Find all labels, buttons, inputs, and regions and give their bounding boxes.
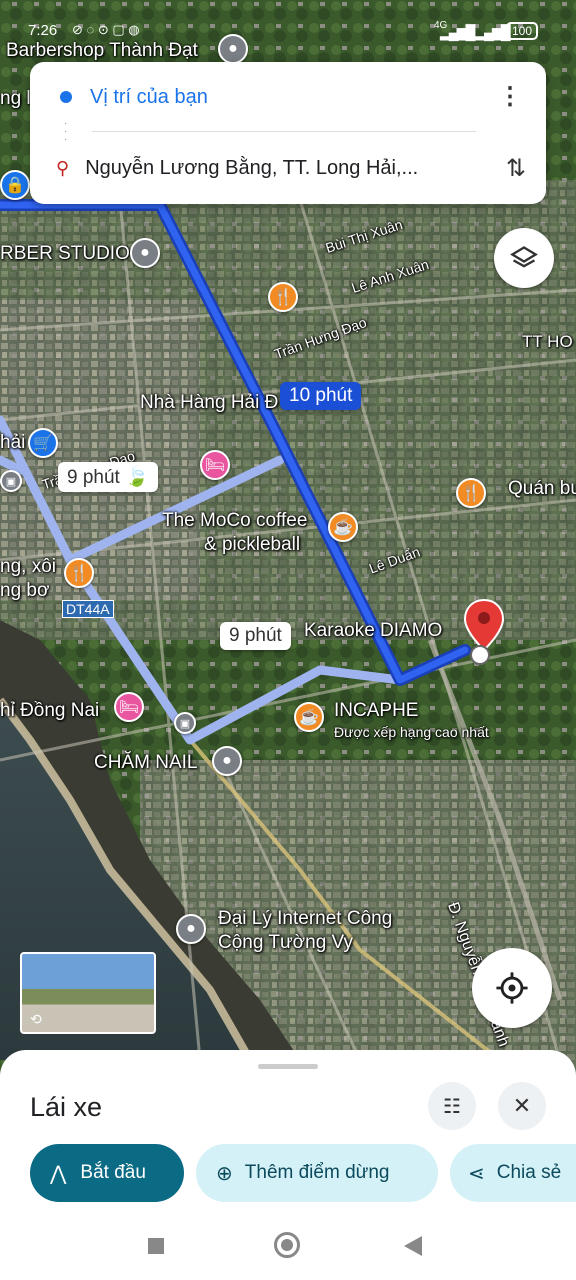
cafe-icon[interactable]: ☕ [328, 512, 358, 542]
origin-row[interactable]: Vị trí của bạn ⋮ [30, 72, 546, 122]
place-label[interactable]: RBER STUDIO [0, 243, 130, 265]
share-icon: ⋖ [468, 1162, 485, 1185]
destination-pin-outline-icon: ⚲ [56, 157, 70, 178]
swap-icon[interactable]: ⇅ [506, 154, 526, 183]
add-stop-button[interactable]: ⊕ Thêm điểm dừng [196, 1144, 438, 1202]
route-time-alt[interactable]: 9 phút 🍃 [58, 462, 158, 492]
place-label[interactable]: Cộng Tường Vy [218, 932, 353, 954]
street-view-360-icon: ⟲ [30, 1011, 42, 1027]
destination-field[interactable]: Nguyễn Lương Bằng, TT. Long Hải,... [85, 157, 418, 180]
lock-icon[interactable]: 🔒 [0, 170, 30, 200]
place-label[interactable]: Quán bu [508, 478, 576, 500]
signal-icon: ▂▄▆█ ▂▄▆█ [440, 24, 511, 40]
place-label[interactable]: CHĂM NAIL [94, 752, 197, 774]
place-label[interactable]: Barbershop Thành Đạt [6, 40, 198, 62]
share-label: Chia sẻ [496, 1162, 562, 1183]
hotel-icon[interactable]: 🛏 [200, 450, 230, 480]
place-label[interactable]: The MoCo coffee [162, 510, 307, 532]
home-button[interactable] [274, 1232, 300, 1258]
start-button[interactable]: ⋀ Bắt đầu [30, 1144, 184, 1202]
route-time-alt-label: 9 phút [67, 467, 120, 488]
destination-row[interactable]: ⚲ Nguyễn Lương Bằng, TT. Long Hải,... ⇅ [30, 143, 546, 193]
close-icon: ✕ [512, 1093, 532, 1118]
shopping-icon[interactable]: 🛒 [28, 428, 58, 458]
place-label[interactable]: Karaoke DIAMO [304, 620, 442, 642]
start-label: Bắt đầu [80, 1162, 146, 1183]
my-location-button[interactable] [472, 948, 552, 1028]
restaurant-icon[interactable]: 🍴 [268, 282, 298, 312]
bottom-sheet: Lái xe ☷ ✕ ⋀ Bắt đầu ⊕ Thêm điểm dừng ⋖ … [0, 1050, 576, 1280]
navigation-arrow-icon: ⋀ [50, 1162, 67, 1185]
recents-button[interactable] [148, 1238, 164, 1254]
bus-stop-icon[interactable]: ▣ [174, 712, 196, 734]
place-label[interactable]: hỉ Đồng Nai [0, 700, 99, 722]
bus-stop-icon[interactable]: ▣ [0, 470, 22, 492]
cafe-icon[interactable]: ☕ [294, 702, 324, 732]
back-button[interactable] [404, 1236, 422, 1256]
place-label[interactable]: & pickleball [204, 534, 300, 556]
share-button[interactable]: ⋖ Chia sẻ [450, 1144, 576, 1202]
tune-icon: ☷ [443, 1095, 461, 1118]
route-options-button[interactable]: ☷ [428, 1082, 476, 1130]
route-time-primary[interactable]: 10 phút [280, 382, 362, 410]
battery-level: 100 [512, 24, 533, 38]
add-stop-label: Thêm điểm dừng [244, 1162, 390, 1183]
place-subtitle: Được xếp hạng cao nhất [334, 724, 489, 740]
place-label[interactable]: TT HO [522, 332, 573, 352]
notification-icons: ⊘ ◌ ⊙ ▢ ◍ [72, 22, 140, 37]
battery-icon: 100 [506, 22, 539, 40]
eco-leaf-icon: 🍃 [125, 467, 149, 488]
road-shield: DT44A [62, 600, 114, 618]
place-label[interactable]: ng l [0, 88, 31, 110]
more-options-icon[interactable]: ⋮ [498, 85, 522, 109]
route-time-alt[interactable]: 9 phút [220, 622, 291, 650]
card-divider [92, 131, 476, 132]
hotel-icon[interactable]: 🛏 [114, 692, 144, 722]
place-pin-icon[interactable]: ● [212, 746, 242, 776]
place-label[interactable]: Nhà Hàng Hải Đ [140, 392, 278, 414]
layers-icon [510, 246, 538, 268]
place-label[interactable]: ng bơ [0, 580, 49, 602]
add-location-icon: ⊕ [216, 1162, 233, 1185]
place-label[interactable]: ng, xôi [0, 556, 56, 578]
drag-handle[interactable] [258, 1064, 318, 1069]
close-button[interactable]: ✕ [498, 1082, 546, 1130]
origin-field[interactable]: Vị trí của bạn [90, 86, 208, 109]
place-label[interactable]: Đại Lý Internet Công [218, 908, 392, 930]
restaurant-icon[interactable]: 🍴 [456, 478, 486, 508]
directions-card: Vị trí của bạn ⋮ · · · ⚲ Nguyễn Lương Bằng… [30, 62, 546, 204]
place-label[interactable]: INCAPHE [334, 700, 418, 722]
place-label[interactable]: hải [0, 432, 25, 454]
travel-mode-title: Lái xe [30, 1092, 103, 1122]
place-pin-icon[interactable]: ● [176, 914, 206, 944]
status-time: 7:26 [28, 22, 58, 39]
origin-dot-icon [60, 91, 72, 103]
crosshair-icon [496, 972, 528, 1004]
connector-dots-icon: · · · [64, 118, 68, 145]
restaurant-icon[interactable]: 🍴 [64, 558, 94, 588]
layers-button[interactable] [494, 228, 554, 288]
place-pin-icon[interactable]: ● [130, 238, 160, 268]
street-view-thumbnail[interactable]: ⟲ [20, 952, 156, 1034]
place-pin-icon[interactable]: ● [218, 34, 248, 64]
